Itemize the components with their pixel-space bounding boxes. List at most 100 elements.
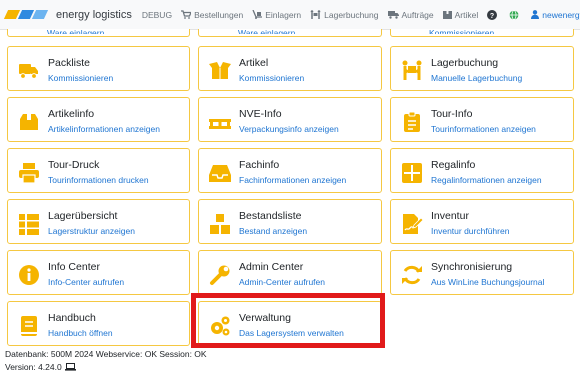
tile-handbuch[interactable]: Handbuch Handbuch öffnen xyxy=(7,301,190,346)
question-circle-icon: ? xyxy=(487,9,498,20)
info-circle-icon xyxy=(19,265,39,285)
user-name: newenergy xyxy=(542,9,580,20)
book-icon xyxy=(21,316,37,336)
tile-info-center[interactable]: Info Center Info-Center aufrufen xyxy=(7,250,190,295)
tile-nve-info[interactable]: NVE-Info Verpackungsinfo anzeigen xyxy=(198,97,382,142)
tile-title: Artikelinfo xyxy=(48,108,95,120)
nav-lagerbuchung[interactable]: Lagerbuchung xyxy=(310,9,379,20)
tile-title: Inventur xyxy=(431,210,469,222)
tile-title: Handbuch xyxy=(48,312,96,324)
language-button[interactable] xyxy=(509,9,522,20)
tile-link[interactable]: Lagerstruktur anzeigen xyxy=(48,226,135,236)
nav-debug[interactable]: DEBUG xyxy=(142,10,172,20)
tile-title: Regalinfo xyxy=(431,159,476,171)
tile-admin-center[interactable]: Admin Center Admin-Center aufrufen xyxy=(198,250,382,295)
tile-packliste[interactable]: Packliste Kommissionieren xyxy=(7,46,190,91)
nav-einlagern[interactable]: Einlagern xyxy=(252,10,301,20)
tile-title: Tour-Druck xyxy=(48,159,100,171)
tile-tour-info[interactable]: Tour-Info Tourinformationen anzeigen xyxy=(390,97,574,142)
truck-icon xyxy=(19,64,38,79)
tile-fachinfo[interactable]: Fachinfo Fachinformationen anzeigen xyxy=(198,148,382,193)
th-list-icon xyxy=(19,214,39,235)
tile-title: Admin Center xyxy=(239,261,304,273)
tile-link[interactable]: Inventur durchführen xyxy=(431,226,509,236)
svg-text:?: ? xyxy=(490,13,494,20)
tile-title: Bestandsliste xyxy=(239,210,302,222)
version-line: Version: 4.24.0 xyxy=(5,362,76,372)
tile-link[interactable]: Tourinformationen anzeigen xyxy=(431,124,536,134)
nav-lagerbuchung-label: Lagerbuchung xyxy=(324,9,379,20)
status-line: Datenbank: 500M 2024 Webservice: OK Sess… xyxy=(5,349,207,359)
tile-partial-sub: Ware einlagern xyxy=(47,28,105,34)
people-carry-icon xyxy=(310,10,321,19)
tile-partial-sub: Ware einlagern xyxy=(238,28,296,34)
tile-regalinfo[interactable]: Regalinfo Regalinformationen anzeigen xyxy=(390,148,574,193)
tile-artikelinfo[interactable]: Artikelinfo Artikelinformationen anzeige… xyxy=(7,97,190,142)
tile-title: Info Center xyxy=(48,261,100,273)
tile-link[interactable]: Regalinformationen anzeigen xyxy=(431,175,542,185)
nav-einlagern-label: Einlagern xyxy=(265,9,302,20)
nav-bestellungen-label: Bestellungen xyxy=(194,9,244,20)
tile-title: Synchronisierung xyxy=(431,261,513,273)
tile-lagerbuchung[interactable]: Lagerbuchung Manuelle Lagerbuchung xyxy=(390,46,574,91)
highlight-annotation xyxy=(191,293,385,348)
box-icon xyxy=(442,11,452,19)
sync-icon xyxy=(402,265,422,285)
people-carry-icon xyxy=(402,60,422,80)
box-icon xyxy=(20,114,38,130)
pallet-icon xyxy=(209,119,231,129)
cubes-icon xyxy=(210,214,230,234)
clipboard-list-icon xyxy=(404,111,420,132)
tile-link[interactable]: Fachinformationen anzeigen xyxy=(239,175,346,185)
tile-link[interactable]: Manuelle Lagerbuchung xyxy=(431,73,522,83)
logo[interactable] xyxy=(3,10,49,19)
tile-artikel[interactable]: Artikel Kommissionieren xyxy=(198,46,382,91)
tile-link[interactable]: Aus WinLine Buchungsjournal xyxy=(431,277,544,287)
tile-link[interactable]: Info-Center aufrufen xyxy=(48,277,124,287)
tile-title: NVE-Info xyxy=(239,108,282,120)
nav-debug-label: DEBUG xyxy=(141,9,173,20)
tile-title: Fachinfo xyxy=(239,159,280,171)
tile-link[interactable]: Kommissionieren xyxy=(48,73,113,83)
tile-bestandsliste[interactable]: Bestandsliste Bestand anzeigen xyxy=(198,199,382,244)
tile-link[interactable]: Bestand anzeigen xyxy=(239,226,307,236)
tile-synchronisierung[interactable]: Synchronisierung Aus WinLine Buchungsjou… xyxy=(390,250,574,295)
wrench-icon xyxy=(210,265,230,285)
tile-tour-druck[interactable]: Tour-Druck Tourinformationen drucken xyxy=(7,148,190,193)
tile-lageruebersicht[interactable]: Lagerübersicht Lagerstruktur anzeigen xyxy=(7,199,190,244)
dolly-icon xyxy=(252,10,263,19)
logo-bar xyxy=(31,10,49,19)
navbar: energy logistics DEBUG Bestellungen Einl… xyxy=(0,0,580,30)
tile-link[interactable]: Tourinformationen drucken xyxy=(48,175,149,185)
cart-icon xyxy=(181,10,192,19)
truck-icon xyxy=(387,11,399,19)
file-signature-icon xyxy=(403,214,423,234)
print-icon xyxy=(19,163,39,184)
nav-artikel-label: Artikel xyxy=(454,9,479,20)
laptop-icon xyxy=(64,363,76,371)
tile-title: Lagerübersicht xyxy=(48,210,118,222)
tile-link[interactable]: Verpackungsinfo anzeigen xyxy=(239,124,339,134)
tile-link[interactable]: Kommissionieren xyxy=(239,73,304,83)
brand-name[interactable]: energy logistics xyxy=(56,9,132,21)
tile-title: Packliste xyxy=(48,57,91,69)
help-button[interactable]: ? xyxy=(487,9,500,20)
tile-inventur[interactable]: Inventur Inventur durchführen xyxy=(390,199,574,244)
tile-link[interactable]: Artikelinformationen anzeigen xyxy=(48,124,160,134)
nav-auftraege-label: Aufträge xyxy=(401,9,434,20)
nav-auftraege[interactable]: Aufträge xyxy=(387,9,434,20)
tile-title: Artikel xyxy=(239,57,269,69)
tile-partial-sub: Kommissionieren xyxy=(429,28,495,34)
user-icon xyxy=(531,10,540,19)
user-menu[interactable]: newenergy ▾ xyxy=(531,10,580,20)
box-open-icon xyxy=(209,62,231,79)
nav-bestellungen[interactable]: Bestellungen xyxy=(181,10,243,20)
tile-link[interactable]: Admin-Center aufrufen xyxy=(239,277,325,287)
tile-title: Lagerbuchung xyxy=(431,57,499,69)
grid-icon xyxy=(402,163,422,183)
inbox-icon xyxy=(209,165,231,182)
nav-artikel[interactable]: Artikel xyxy=(442,9,479,20)
globe-icon xyxy=(509,9,519,20)
version-text: Version: 4.24.0 xyxy=(5,362,62,372)
tile-link[interactable]: Handbuch öffnen xyxy=(48,328,113,338)
